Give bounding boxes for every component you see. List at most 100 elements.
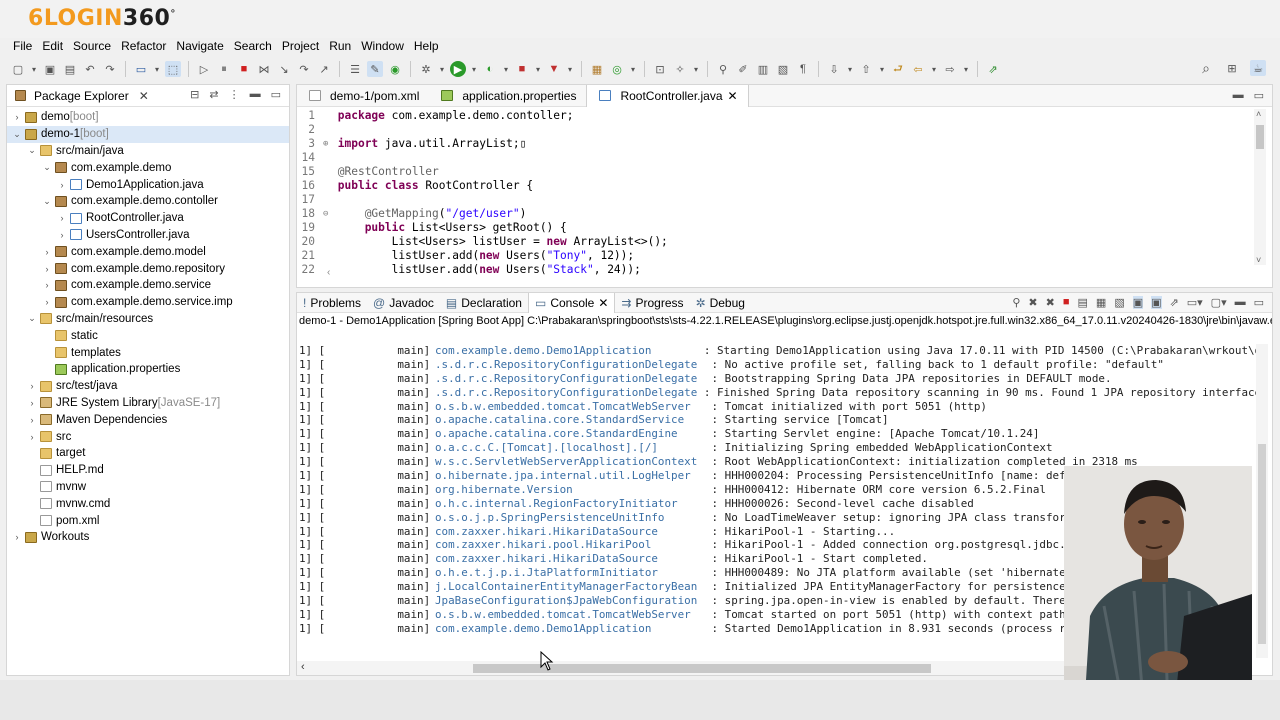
collapse-icon[interactable]: › xyxy=(26,381,38,391)
search-icon[interactable]: ⌕ xyxy=(1198,60,1214,76)
menu-item-project[interactable]: Project xyxy=(277,38,324,56)
collapse-icon[interactable]: › xyxy=(41,297,53,307)
scroll-thumb[interactable] xyxy=(1256,125,1264,149)
new-package-icon[interactable]: ▦ xyxy=(589,61,605,77)
chevron-down-icon[interactable]: ▾ xyxy=(438,61,446,77)
deploy-icon[interactable]: ▼ xyxy=(546,61,562,77)
tab-debug[interactable]: ✲ Debug xyxy=(690,293,751,313)
chevron-down-icon[interactable]: ▾ xyxy=(470,61,478,77)
chevron-down-icon[interactable]: ▾ xyxy=(878,61,886,77)
save-icon[interactable]: ▣ xyxy=(42,61,58,77)
tree-item[interactable]: templates xyxy=(7,344,289,361)
tree-item[interactable]: ⌄ com.example.demo xyxy=(7,159,289,176)
collapse-icon[interactable]: › xyxy=(56,230,68,240)
menu-item-help[interactable]: Help xyxy=(409,38,444,56)
chevron-down-icon[interactable]: ▾ xyxy=(153,61,161,77)
expand-icon[interactable]: ⌄ xyxy=(26,145,38,156)
new-icon[interactable]: ▢ xyxy=(10,61,26,77)
show-stderr-icon[interactable]: ▣ xyxy=(1151,296,1162,309)
tree-item[interactable]: › Workouts xyxy=(7,529,289,546)
clear-console-icon[interactable]: ▤ xyxy=(1078,296,1088,309)
menu-item-navigate[interactable]: Navigate xyxy=(171,38,228,56)
menu-item-edit[interactable]: Edit xyxy=(37,38,68,56)
tree-item[interactable]: › src xyxy=(7,428,289,445)
minimize-icon[interactable]: ▬ xyxy=(1233,89,1244,102)
show-stdout-icon[interactable]: ▣ xyxy=(1132,296,1144,309)
menu-item-search[interactable]: Search xyxy=(229,38,277,56)
tree-item[interactable]: › UsersController.java xyxy=(7,227,289,244)
fold-icon[interactable]: ⊕ xyxy=(323,137,331,151)
tree-item[interactable]: mvnw xyxy=(7,479,289,496)
new-class-icon[interactable]: ◎ xyxy=(609,61,625,77)
view-menu-icon[interactable]: ⋮ xyxy=(229,88,240,101)
terminate-icon[interactable]: ■ xyxy=(236,61,252,77)
tree-item[interactable]: › demo [boot] xyxy=(7,109,289,126)
coverage-icon[interactable]: ◐ xyxy=(482,61,498,77)
boot-dashboard-icon[interactable]: ◉ xyxy=(387,61,403,77)
tree-item[interactable]: application.properties xyxy=(7,361,289,378)
collapse-icon[interactable]: › xyxy=(26,415,38,425)
step-into-icon[interactable]: ↘ xyxy=(276,61,292,77)
collapse-icon[interactable]: › xyxy=(56,180,68,190)
tree-item[interactable]: mvnw.cmd xyxy=(7,495,289,512)
menu-item-window[interactable]: Window xyxy=(356,38,409,56)
last-edit-icon[interactable]: ⮐ xyxy=(890,61,906,77)
display-console-icon[interactable]: ▭▾ xyxy=(1187,296,1203,309)
expand-icon[interactable]: ⌄ xyxy=(26,313,38,324)
scroll-down-icon[interactable]: ˅ xyxy=(1256,255,1261,265)
disconnect-icon[interactable]: ⋈ xyxy=(256,61,272,77)
tree-item[interactable]: › Maven Dependencies xyxy=(7,411,289,428)
chevron-down-icon[interactable]: ▾ xyxy=(962,61,970,77)
whitespace-icon[interactable]: ¶ xyxy=(795,61,811,77)
fold-icon[interactable]: ⊖ xyxy=(323,207,331,221)
tree-item[interactable]: ⌄ com.example.demo.contoller xyxy=(7,193,289,210)
editor-tab[interactable]: application.properties xyxy=(429,85,586,107)
java-perspective-icon[interactable]: ☕ xyxy=(1250,60,1266,76)
word-wrap-icon[interactable]: ▧ xyxy=(1114,296,1124,309)
select-icon[interactable]: ⬚ xyxy=(165,61,181,77)
debug-icon[interactable]: ✲ xyxy=(418,61,434,77)
scroll-left-icon[interactable]: ‹ xyxy=(301,661,305,673)
chevron-down-icon[interactable]: ▾ xyxy=(502,61,510,77)
tree-item[interactable]: pom.xml xyxy=(7,512,289,529)
close-icon[interactable]: ✕ xyxy=(139,89,149,103)
scroll-up-icon[interactable]: ˄ xyxy=(1256,109,1261,119)
tree-item[interactable]: › com.example.demo.repository xyxy=(7,260,289,277)
menu-item-source[interactable]: Source xyxy=(68,38,116,56)
editor-horizontal-scrollbar[interactable]: ‹ xyxy=(327,267,1247,279)
close-icon[interactable]: ✕ xyxy=(728,89,738,103)
minimize-icon[interactable]: ▬ xyxy=(250,88,261,101)
collapse-icon[interactable]: › xyxy=(26,398,38,408)
editor-vertical-scrollbar[interactable]: ˄ ˅ xyxy=(1254,109,1266,265)
scroll-left-icon[interactable]: ‹ xyxy=(327,267,330,278)
terminate-icon[interactable]: ■ xyxy=(1063,296,1070,309)
maximize-icon[interactable]: ▭ xyxy=(1254,89,1264,102)
minimize-icon[interactable]: ▬ xyxy=(1235,296,1246,309)
tree-item[interactable]: ⌄ src/main/java xyxy=(7,143,289,160)
scroll-lock-icon[interactable]: ▦ xyxy=(1096,296,1106,309)
annotation-icon[interactable]: ⚲ xyxy=(715,61,731,77)
suspend-icon[interactable]: ⏸ xyxy=(216,61,232,77)
close-icon[interactable]: ✕ xyxy=(598,296,608,310)
tree-item[interactable]: HELP.md xyxy=(7,462,289,479)
link-editor-icon[interactable]: ⇄ xyxy=(209,88,218,101)
collapse-icon[interactable]: › xyxy=(11,112,23,122)
pin-icon[interactable]: ✐ xyxy=(735,61,751,77)
remove-all-icon[interactable]: ✖ xyxy=(1046,296,1055,309)
editor-tab[interactable]: demo-1/pom.xml xyxy=(297,85,429,107)
tree-item[interactable]: target xyxy=(7,445,289,462)
tree-item[interactable]: ⌄ src/main/resources xyxy=(7,311,289,328)
maximize-icon[interactable]: ▭ xyxy=(1254,296,1264,309)
expand-icon[interactable]: ⌄ xyxy=(41,162,53,173)
highlight-icon[interactable]: ✎ xyxy=(367,61,383,77)
open-perspective-icon[interactable]: ⇗ xyxy=(985,61,1001,77)
menu-item-file[interactable]: File xyxy=(8,38,37,56)
tree-item[interactable]: › com.example.demo.model xyxy=(7,243,289,260)
resume-icon[interactable]: ▷ xyxy=(196,61,212,77)
back-icon[interactable]: ⇦ xyxy=(910,61,926,77)
tree-item[interactable]: static xyxy=(7,327,289,344)
tree-item[interactable]: › com.example.demo.service xyxy=(7,277,289,294)
collapse-icon[interactable]: › xyxy=(11,532,23,542)
chevron-down-icon[interactable]: ▾ xyxy=(534,61,542,77)
chevron-down-icon[interactable]: ▾ xyxy=(566,61,574,77)
